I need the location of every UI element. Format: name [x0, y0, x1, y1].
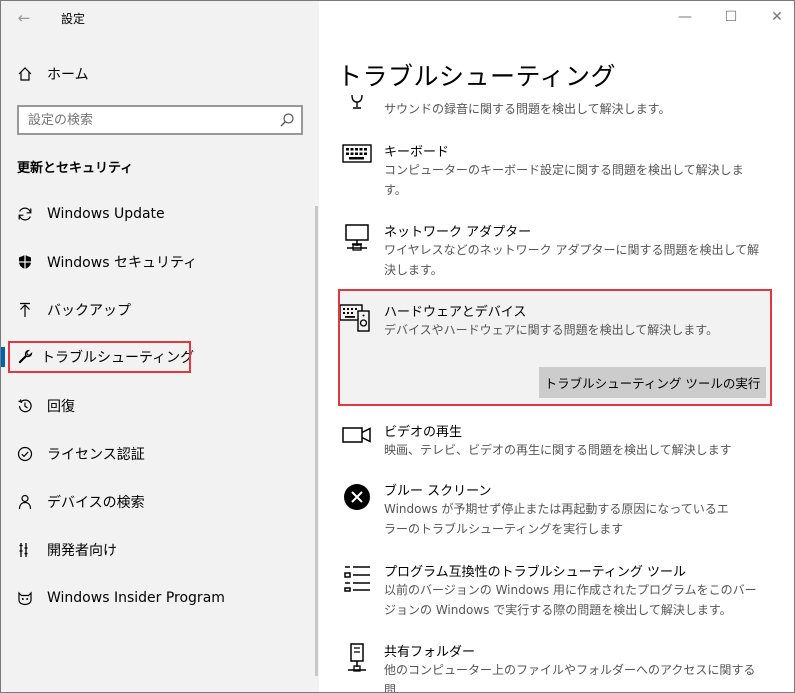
- item-description: Windows が予期せず停止または再起動する原因になっているエ ラーのトラブル…: [384, 502, 729, 536]
- list-icon: [341, 563, 373, 595]
- troubleshooter-recording-audio[interactable]: サウンドの録音に関する問題を検出して解決します。: [341, 93, 771, 123]
- sidebar-item-label: デバイスの検索: [47, 495, 145, 511]
- item-description: 以前のバージョンの Windows 用に作成されたプログラムをこのバー ジョンの…: [384, 583, 757, 617]
- nav-home-label: ホーム: [47, 67, 89, 83]
- troubleshooter-blue-screen[interactable]: ブルー スクリーン Windows が予期せず停止または再起動する原因になってい…: [341, 480, 771, 540]
- search-input[interactable]: [19, 107, 269, 133]
- item-description: コンピューターのキーボード設定に関する問題を検出して解決しま す。: [384, 163, 744, 197]
- item-title: キーボード: [384, 145, 450, 160]
- sidebar-item-label: 回復: [47, 399, 75, 415]
- refresh-icon: [15, 204, 35, 224]
- search-box[interactable]: [17, 105, 303, 135]
- item-description: 他のコンピューター上のファイルやフォルダーへのアクセスに関する問 題を検出して解…: [384, 663, 756, 693]
- title-bar: ← 設定: [1, 1, 319, 35]
- item-title: ブルー スクリーン: [384, 484, 492, 499]
- troubleshooter-keyboard[interactable]: キーボード コンピューターのキーボード設定に関する問題を検出して解決しま す。: [341, 141, 771, 201]
- minimize-icon: —: [678, 9, 692, 25]
- sidebar-item-windows-security[interactable]: Windows セキュリティ: [15, 248, 305, 276]
- network-icon: [341, 223, 373, 255]
- sidebar-item-label: 開発者向け: [47, 543, 117, 559]
- developer-icon: [15, 540, 35, 560]
- close-icon: ✕: [771, 9, 783, 25]
- history-icon: [15, 396, 35, 416]
- microphone-icon: [341, 93, 373, 125]
- item-title: ネットワーク アダプター: [384, 225, 532, 240]
- arrow-left-icon: ←: [17, 9, 31, 27]
- sidebar: ← 設定 ホーム 更新とセキュリティ Windows Update: [1, 1, 319, 692]
- home-icon: [15, 64, 35, 84]
- item-description: サウンドの録音に関する問題を検出して解決します。: [384, 102, 671, 116]
- troubleshooter-network-adapter[interactable]: ネットワーク アダプター ワイヤレスなどのネットワーク アダプターに関する問題を…: [341, 221, 771, 281]
- sidebar-item-label: Windows セキュリティ: [47, 255, 198, 271]
- sidebar-item-insider[interactable]: Windows Insider Program: [15, 584, 305, 612]
- page-title: トラブルシューティング: [337, 62, 617, 91]
- sidebar-item-backup[interactable]: バックアップ: [15, 296, 305, 324]
- error-circle-icon: [341, 482, 373, 514]
- maximize-button[interactable]: ☐: [721, 8, 741, 26]
- maximize-icon: ☐: [724, 9, 738, 25]
- item-title: ビデオの再生: [384, 425, 463, 440]
- settings-window: ← 設定 ホーム 更新とセキュリティ Windows Update: [0, 0, 795, 693]
- sidebar-item-label: バックアップ: [47, 303, 131, 319]
- item-title: 共有フォルダー: [384, 645, 476, 660]
- sidebar-item-recovery[interactable]: 回復: [15, 392, 305, 420]
- highlight-box-sidebar: [8, 341, 191, 373]
- video-icon: [341, 423, 373, 455]
- minimize-button[interactable]: —: [675, 8, 695, 26]
- item-title: プログラム互換性のトラブルシューティング ツール: [384, 565, 686, 580]
- troubleshooter-video-playback[interactable]: ビデオの再生 映画、テレビ、ビデオの再生に関する問題を検出して解決します: [341, 421, 771, 461]
- insider-cat-icon: [15, 588, 35, 608]
- shared-folder-icon: [341, 643, 373, 675]
- shield-icon: [15, 252, 35, 272]
- troubleshooter-shared-folders[interactable]: 共有フォルダー 他のコンピューター上のファイルやフォルダーへのアクセスに関する問…: [341, 641, 771, 693]
- upload-icon: [15, 300, 35, 320]
- sidebar-item-find-device[interactable]: デバイスの検索: [15, 488, 305, 516]
- nav-home[interactable]: ホーム: [15, 61, 305, 87]
- app-title: 設定: [61, 12, 86, 26]
- back-button[interactable]: ←: [13, 8, 35, 28]
- search-icon[interactable]: [279, 112, 295, 128]
- sidebar-item-label: Windows Insider Program: [47, 590, 225, 606]
- keyboard-icon: [341, 143, 373, 175]
- sidebar-item-developer[interactable]: 開発者向け: [15, 536, 305, 564]
- close-button[interactable]: ✕: [767, 8, 787, 26]
- section-title: 更新とセキュリティ: [17, 161, 134, 176]
- highlight-box-hardware: [338, 289, 772, 406]
- sidebar-item-label: Windows Update: [47, 206, 165, 222]
- person-location-icon: [15, 492, 35, 512]
- item-description: 映画、テレビ、ビデオの再生に関する問題を検出して解決します: [384, 443, 732, 457]
- sidebar-scrollbar[interactable]: [315, 206, 318, 676]
- sidebar-item-windows-update[interactable]: Windows Update: [15, 200, 305, 228]
- sidebar-item-label: ライセンス認証: [47, 447, 145, 463]
- check-circle-icon: [15, 444, 35, 464]
- selection-accent-bar: [1, 347, 5, 367]
- troubleshooter-program-compatibility[interactable]: プログラム互換性のトラブルシューティング ツール 以前のバージョンの Windo…: [341, 561, 771, 621]
- sidebar-item-activation[interactable]: ライセンス認証: [15, 440, 305, 468]
- main-pane: — ☐ ✕ トラブルシューティング サウンドの録音に関する問題を検出して解決しま…: [319, 1, 794, 693]
- item-description: ワイヤレスなどのネットワーク アダプターに関する問題を検出して解 決します。: [384, 243, 760, 277]
